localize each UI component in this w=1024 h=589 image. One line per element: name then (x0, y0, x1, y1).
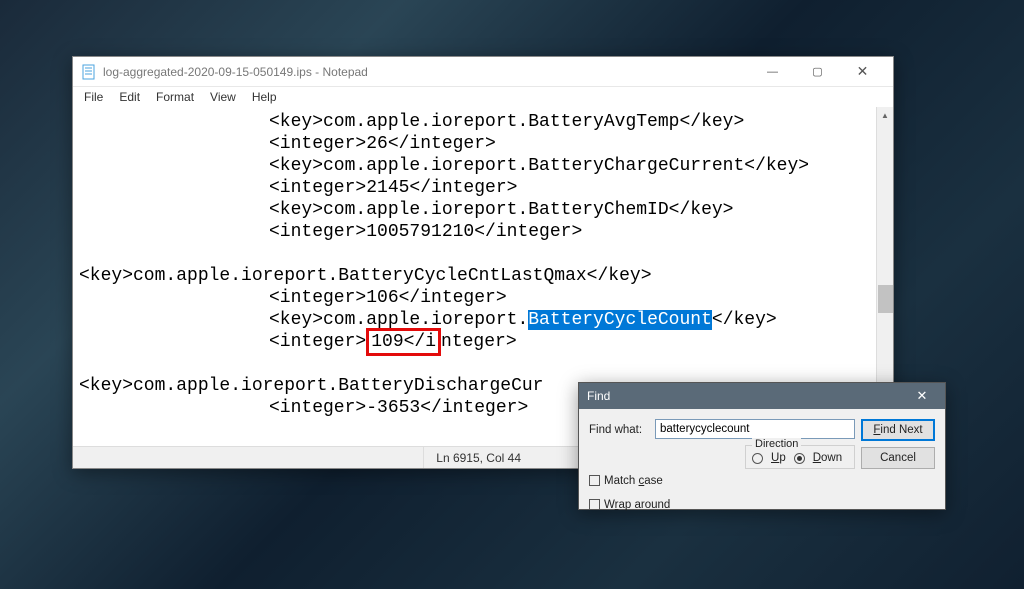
menu-edit[interactable]: Edit (112, 89, 147, 105)
radio-up[interactable] (752, 453, 763, 464)
direction-legend: Direction (752, 438, 801, 450)
text-line: <integer> (269, 332, 366, 352)
find-title: Find (587, 389, 907, 403)
highlight-box: 109</i (366, 328, 441, 356)
text-line: <key>com.apple.ioreport.BatteryChargeCur… (269, 156, 809, 176)
editor-content[interactable]: <key>com.apple.ioreport.BatteryAvgTemp</… (73, 107, 893, 423)
window-controls: — ▢ ✕ (750, 57, 885, 86)
text-line: <key>com.apple.ioreport.BatteryChemID</k… (269, 200, 733, 220)
text-line: nteger> (441, 332, 517, 352)
minimize-button[interactable]: — (750, 57, 795, 86)
text-line: <integer>2145</integer> (269, 178, 517, 198)
find-close-button[interactable]: ✕ (907, 383, 937, 409)
scroll-thumb[interactable] (878, 285, 893, 313)
direction-group: Direction Up Down (745, 445, 855, 469)
text-line: <key>com.apple.ioreport. (269, 310, 528, 330)
menu-view[interactable]: View (203, 89, 243, 105)
wrap-around-checkbox[interactable] (589, 499, 600, 510)
menu-help[interactable]: Help (245, 89, 284, 105)
cancel-button[interactable]: Cancel (861, 447, 935, 469)
find-dialog: Find ✕ Find what: FFind Nextind Next Dir… (578, 382, 946, 510)
menu-format[interactable]: Format (149, 89, 201, 105)
radio-up-label: Up (771, 452, 786, 464)
find-what-label: Find what: (589, 424, 649, 436)
close-button[interactable]: ✕ (840, 57, 885, 86)
text-line: <key>com.apple.ioreport.BatteryCycleCntL… (79, 266, 652, 286)
text-line: <key>com.apple.ioreport.BatteryDischarge… (79, 376, 543, 396)
match-case-checkbox[interactable] (589, 475, 600, 486)
scroll-up-arrow-icon[interactable]: ▲ (877, 107, 893, 124)
menubar: File Edit Format View Help (73, 87, 893, 107)
find-next-button[interactable]: FFind Nextind Next (861, 419, 935, 441)
wrap-around-row[interactable]: Wrap around (589, 499, 855, 511)
find-what-input[interactable] (655, 419, 855, 439)
maximize-button[interactable]: ▢ (795, 57, 840, 86)
find-titlebar[interactable]: Find ✕ (579, 383, 945, 409)
text-line: <integer>-3653</integer> (269, 398, 528, 418)
radio-down[interactable] (794, 453, 805, 464)
titlebar[interactable]: log-aggregated-2020-09-15-050149.ips - N… (73, 57, 893, 87)
menu-file[interactable]: File (77, 89, 110, 105)
window-title: log-aggregated-2020-09-15-050149.ips - N… (103, 65, 750, 79)
selected-text: BatteryCycleCount (528, 310, 712, 330)
text-line: <key>com.apple.ioreport.BatteryAvgTemp</… (269, 112, 744, 132)
match-case-row[interactable]: Match case (589, 475, 855, 487)
text-line: <integer>26</integer> (269, 134, 496, 154)
status-position: Ln 6915, Col 44 (423, 447, 533, 468)
find-body: Find what: FFind Nextind Next Direction … (579, 409, 945, 521)
text-line: <integer>1005791210</integer> (269, 222, 582, 242)
radio-down-label: Down (813, 452, 842, 464)
text-line: <integer>106</integer> (269, 288, 507, 308)
text-line: </key> (712, 310, 777, 330)
notepad-icon (81, 64, 97, 80)
